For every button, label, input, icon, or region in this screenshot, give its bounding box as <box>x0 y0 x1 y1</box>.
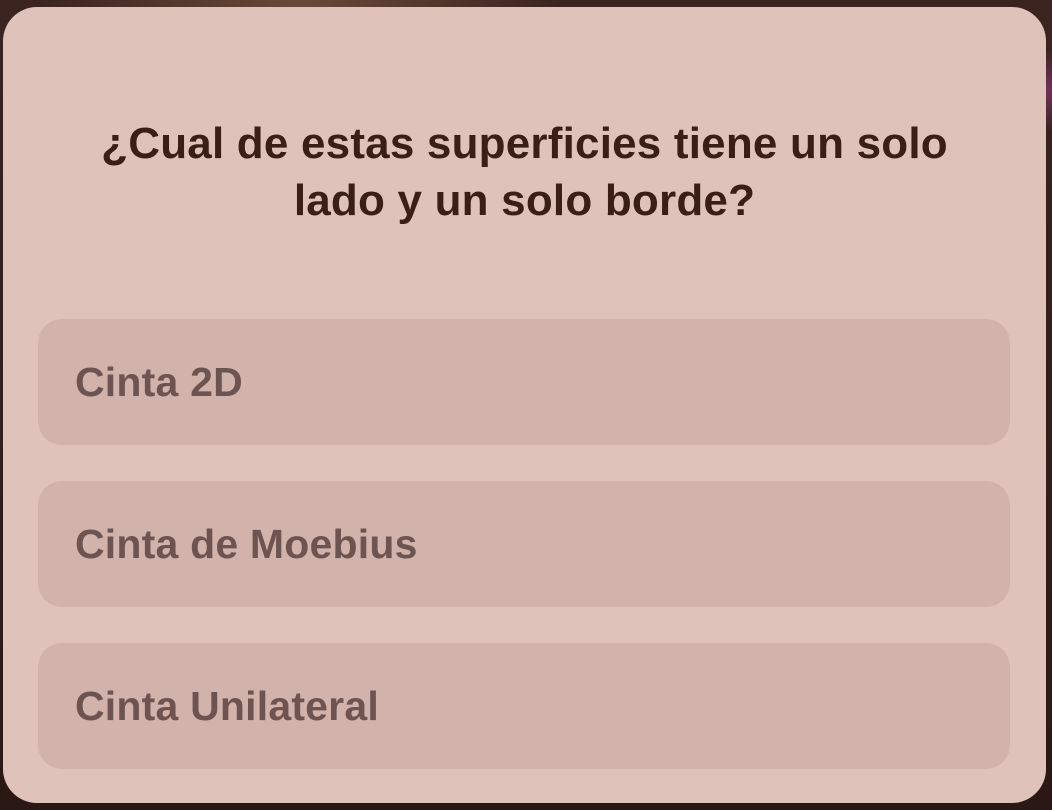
quiz-dialog: ¿Cual de estas superficies tiene un solo… <box>3 7 1046 803</box>
answer-option-label: Cinta 2D <box>75 358 243 405</box>
answer-option-label: Cinta Unilateral <box>75 682 379 729</box>
question-text: ¿Cual de estas superficies tiene un solo… <box>101 119 948 225</box>
answer-option-1[interactable]: Cinta 2D <box>38 319 1010 445</box>
answer-option-2[interactable]: Cinta de Moebius <box>38 481 1010 607</box>
answer-option-3[interactable]: Cinta Unilateral <box>38 643 1010 769</box>
answer-option-label: Cinta de Moebius <box>75 520 418 567</box>
